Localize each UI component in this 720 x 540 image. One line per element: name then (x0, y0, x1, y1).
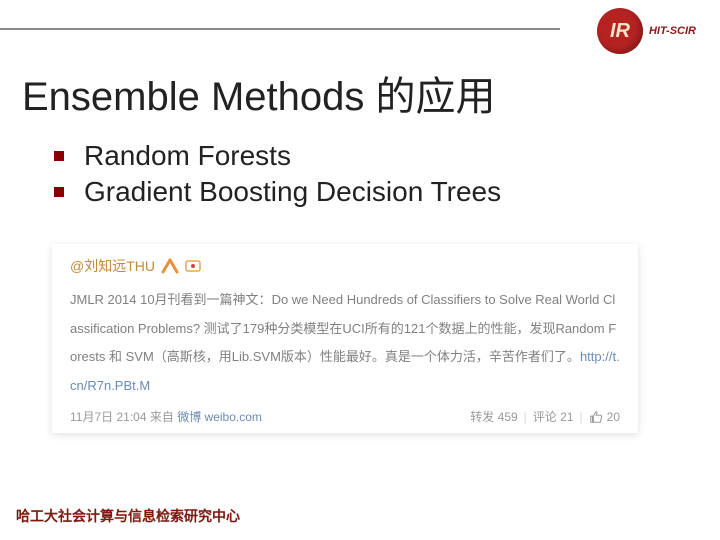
thumbs-up-icon (589, 410, 603, 424)
header-divider (0, 28, 560, 30)
comment-label: 评论 (533, 410, 557, 424)
bullet-text: Random Forests (84, 140, 291, 172)
weibo-username: 刘知远THU (84, 258, 155, 274)
bullet-icon (54, 151, 64, 161)
slide-title: Ensemble Methods 的应用 (22, 64, 496, 122)
ir-logo-icon: IR (597, 8, 643, 54)
bullet-text: Gradient Boosting Decision Trees (84, 176, 501, 208)
via-prefix: 来自 (150, 410, 174, 424)
at-prefix: @ (70, 258, 84, 274)
org-logo: IR HIT-SCIR (597, 8, 696, 54)
list-item: Gradient Boosting Decision Trees (54, 176, 501, 208)
vip-icon (161, 258, 179, 274)
separator-icon: | (524, 410, 527, 424)
weibo-header: @刘知远THU (70, 256, 620, 276)
list-item: Random Forests (54, 140, 501, 172)
weibo-prefix: JMLR 2014 10月刊看到一篇神文： (70, 292, 272, 307)
weibo-user-link[interactable]: @刘知远THU (70, 256, 155, 276)
club-icon (185, 258, 201, 274)
weibo-meta-right: 转发 459 | 评论 21 | 20 (470, 408, 620, 425)
like-count: 20 (607, 410, 620, 424)
bullet-list: Random Forests Gradient Boosting Decisio… (54, 140, 501, 212)
weibo-content: JMLR 2014 10月刊看到一篇神文：Do we Need Hundreds… (70, 286, 620, 400)
like-button[interactable]: 20 (589, 410, 620, 424)
comment-count: 21 (560, 410, 573, 424)
repost-button[interactable]: 转发 459 (470, 408, 517, 425)
weibo-time: 11月7日 21:04 (70, 410, 147, 424)
separator-icon: | (580, 410, 583, 424)
weibo-meta: 11月7日 21:04 来自 微博 weibo.com 转发 459 | 评论 … (70, 408, 620, 425)
weibo-meta-left: 11月7日 21:04 来自 微博 weibo.com (70, 408, 470, 425)
weibo-source-link[interactable]: 微博 weibo.com (177, 410, 262, 424)
logo-mark: IR (610, 20, 630, 43)
repost-count: 459 (498, 410, 518, 424)
bullet-icon (54, 187, 64, 197)
footer-org-name: 哈工大社会计算与信息检索研究中心 (16, 506, 240, 526)
comment-button[interactable]: 评论 21 (533, 408, 574, 425)
weibo-card: @刘知远THU JMLR 2014 10月刊看到一篇神文：Do we Need … (52, 244, 638, 433)
repost-label: 转发 (470, 410, 494, 424)
logo-text: HIT-SCIR (649, 25, 696, 37)
